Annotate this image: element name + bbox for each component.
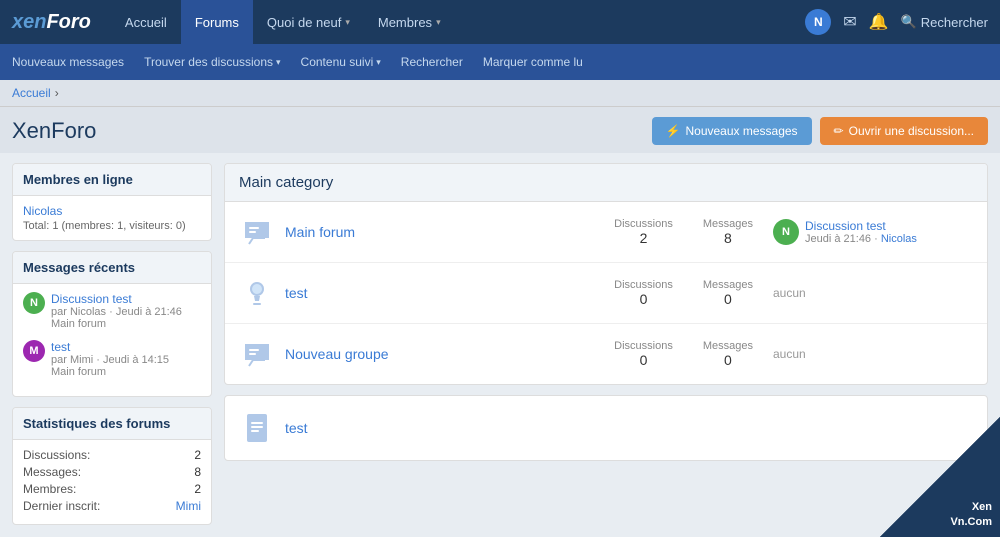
online-members-content: Nicolas Total: 1 (membres: 1, visiteurs:…: [13, 196, 211, 240]
search-icon: 🔍: [901, 14, 917, 30]
sidebar: Membres en ligne Nicolas Total: 1 (membr…: [12, 163, 212, 525]
online-members-box: Membres en ligne Nicolas Total: 1 (membr…: [12, 163, 212, 241]
nav-right: N ✉ 🔔 🔍 Rechercher: [805, 9, 988, 35]
forum-row-test: test Discussions 0 Messages 0 aucun: [225, 263, 987, 324]
forum-last-mainforum: N Discussion test Jeudi à 21:46 · Nicola…: [773, 219, 973, 245]
stats-membres: Membres: 2: [23, 482, 201, 496]
main-category-title: Main category: [225, 164, 987, 202]
recent-forum-1: Main forum: [51, 366, 169, 378]
user-avatar[interactable]: N: [805, 9, 831, 35]
forum-stats-test: Discussions 0 Messages 0: [614, 279, 753, 307]
quoideneuf-arrow-icon: ▾: [345, 17, 350, 28]
top-navigation: xenForo Accueil Forums Quoi de neuf ▾ Me…: [0, 0, 1000, 44]
notifications-icon[interactable]: 🔔: [869, 12, 889, 32]
recent-forum-0: Main forum: [51, 318, 182, 330]
subnav-rechercher[interactable]: Rechercher: [401, 55, 463, 69]
doc-icon: [239, 410, 275, 446]
forum-row-mainforum: Main forum Discussions 2 Messages 8 N Di…: [225, 202, 987, 263]
plain-category-box: test: [224, 395, 988, 461]
recent-title-0[interactable]: Discussion test: [51, 292, 182, 306]
recent-messages-title: Messages récents: [13, 252, 211, 284]
stat-messages-mainforum: Messages 8: [703, 218, 753, 246]
membres-arrow-icon: ▾: [436, 17, 441, 28]
plain-forum-name[interactable]: test: [285, 420, 308, 436]
breadcrumb: Accueil ›: [0, 80, 1000, 107]
online-user-nicolas[interactable]: Nicolas: [23, 204, 201, 218]
last-meta-mainforum: Jeudi à 21:46 · Nicolas: [805, 233, 917, 245]
recent-messages-box: Messages récents N Discussion test par N…: [12, 251, 212, 397]
stats-box: Statistiques des forums Discussions: 2 M…: [12, 407, 212, 525]
forum-name-test[interactable]: test: [285, 285, 604, 301]
contenu-arrow-icon: ▾: [376, 57, 381, 68]
nav-tabs: Accueil Forums Quoi de neuf ▾ Membres ▾: [111, 0, 805, 44]
stats-messages: Messages: 8: [23, 465, 201, 479]
page-header: XenForo ⚡ Nouveaux messages ✏ Ouvrir une…: [0, 107, 1000, 153]
header-buttons: ⚡ Nouveaux messages ✏ Ouvrir une discuss…: [652, 117, 988, 145]
new-messages-button[interactable]: ⚡ Nouveaux messages: [652, 117, 812, 145]
nav-tab-quoideneuf[interactable]: Quoi de neuf ▾: [253, 0, 364, 44]
recent-title-1[interactable]: test: [51, 340, 169, 354]
subnav-contenusuivi[interactable]: Contenu suivi ▾: [301, 55, 381, 69]
stat-discussions-mainforum: Discussions 2: [614, 218, 673, 246]
logo[interactable]: xenForo: [12, 11, 91, 34]
stats-title: Statistiques des forums: [13, 408, 211, 440]
plain-forum-row: test: [225, 396, 987, 460]
stats-discussions: Discussions: 2: [23, 448, 201, 462]
recent-item-0: N Discussion test par Nicolas · Jeudi à …: [23, 292, 201, 330]
forum-icon-chat: [239, 214, 275, 250]
nav-tab-forums[interactable]: Forums: [181, 0, 253, 44]
search-button[interactable]: 🔍 Rechercher: [901, 14, 988, 30]
breadcrumb-accueil[interactable]: Accueil: [12, 86, 51, 100]
open-discussion-button[interactable]: ✏ Ouvrir une discussion...: [820, 117, 988, 145]
nav-tab-accueil[interactable]: Accueil: [111, 0, 181, 44]
forum-icon-light: [239, 275, 275, 311]
main-layout: Membres en ligne Nicolas Total: 1 (membr…: [0, 153, 1000, 535]
forum-stats-mainforum: Discussions 2 Messages 8: [614, 218, 753, 246]
main-category-box: Main category Main forum Discussions: [224, 163, 988, 385]
breadcrumb-separator: ›: [55, 86, 59, 100]
forum-last-nouveaugroupe: aucun: [773, 347, 973, 361]
lightning-icon: ⚡: [666, 124, 681, 138]
forum-icon-nouveaugroupe: [239, 336, 275, 372]
stats-dernier: Dernier inscrit: Mimi: [23, 499, 201, 513]
edit-icon: ✏: [834, 124, 844, 138]
recent-messages-content: N Discussion test par Nicolas · Jeudi à …: [13, 284, 211, 396]
sub-navigation: Nouveaux messages Trouver des discussion…: [0, 44, 1000, 80]
recent-meta-1: par Mimi · Jeudi à 14:15: [51, 354, 169, 366]
recent-item-1: M test par Mimi · Jeudi à 14:15 Main for…: [23, 340, 201, 378]
subnav-marquercomme[interactable]: Marquer comme lu: [483, 55, 583, 69]
forum-stats-nouveaugroupe: Discussions 0 Messages 0: [614, 340, 753, 368]
last-title-mainforum[interactable]: Discussion test: [805, 219, 917, 233]
online-members-title: Membres en ligne: [13, 164, 211, 196]
forum-row-nouveaugroupe: Nouveau groupe Discussions 0 Messages 0 …: [225, 324, 987, 384]
last-avatar-nicolas: N: [773, 219, 799, 245]
forum-last-test: aucun: [773, 286, 973, 300]
recent-meta-0: par Nicolas · Jeudi à 21:46: [51, 306, 182, 318]
online-total: Total: 1 (membres: 1, visiteurs: 0): [23, 220, 201, 232]
recent-avatar-mimi: M: [23, 340, 45, 362]
trouver-arrow-icon: ▾: [276, 57, 281, 68]
forum-name-nouveaugroupe[interactable]: Nouveau groupe: [285, 346, 604, 362]
subnav-nouveauxmessages[interactable]: Nouveaux messages: [12, 55, 124, 69]
messages-icon[interactable]: ✉: [843, 12, 856, 32]
stats-content: Discussions: 2 Messages: 8 Membres: 2 De…: [13, 440, 211, 524]
forum-content: Main category Main forum Discussions: [224, 163, 988, 525]
nav-tab-membres[interactable]: Membres ▾: [364, 0, 455, 44]
forum-name-mainforum[interactable]: Main forum: [285, 224, 604, 240]
subnav-trouverdiscussions[interactable]: Trouver des discussions ▾: [144, 55, 280, 69]
recent-avatar-nicolas: N: [23, 292, 45, 314]
page-title: XenForo: [12, 118, 96, 144]
